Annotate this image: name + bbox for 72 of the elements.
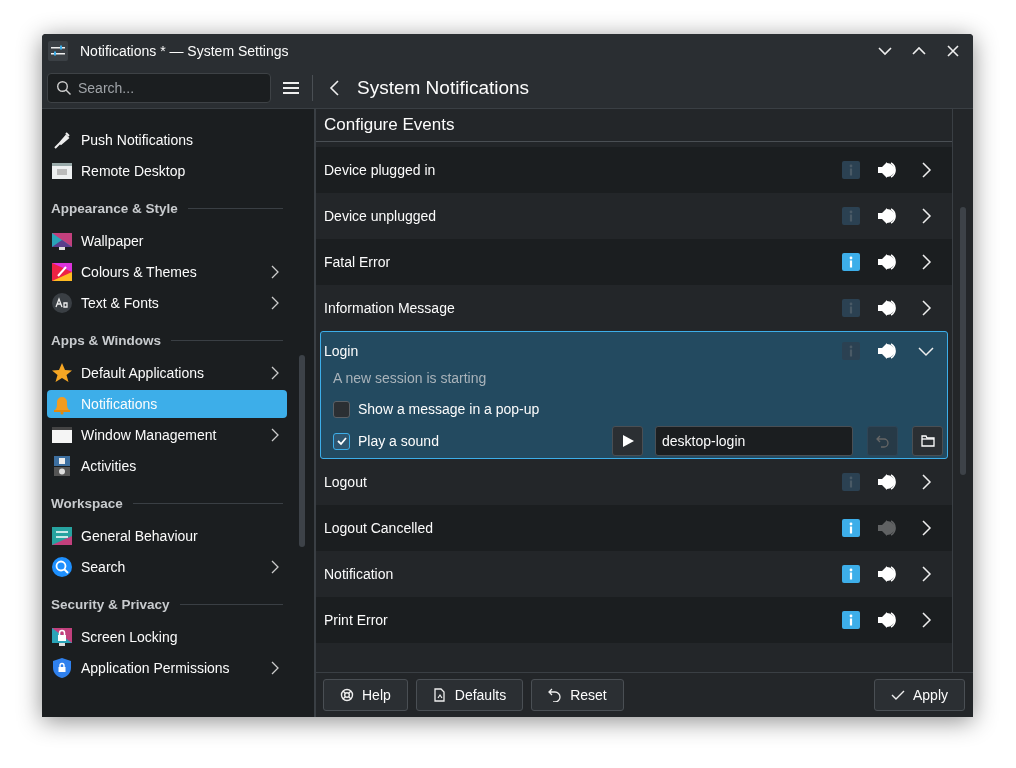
- search-icon: [51, 556, 73, 578]
- sound-file-field[interactable]: desktop-login: [655, 426, 853, 456]
- scrollbar[interactable]: [299, 355, 305, 547]
- category-header: Apps & Windows: [51, 332, 162, 348]
- menu-icon[interactable]: [282, 80, 300, 96]
- window-title: Notifications * — System Settings: [80, 43, 289, 59]
- page-title: System Notifications: [357, 77, 530, 99]
- sidebar-item[interactable]: Screen Locking: [47, 623, 287, 651]
- back-icon[interactable]: [328, 79, 340, 97]
- wallpaper-icon: [51, 230, 73, 252]
- reset-button[interactable]: Reset: [531, 679, 624, 711]
- close-icon[interactable]: [945, 43, 961, 59]
- event-name: Logout: [324, 474, 368, 490]
- event-row[interactable]: Device plugged in: [316, 147, 952, 193]
- help-button[interactable]: Help: [323, 679, 408, 711]
- fonts-icon: [51, 292, 73, 314]
- event-name: Print Error: [324, 612, 389, 628]
- open-folder-button[interactable]: [912, 426, 943, 456]
- event-row[interactable]: Print Error: [316, 597, 952, 643]
- checkbox-label: Show a message in a pop-up: [358, 401, 540, 417]
- lock-icon: [51, 626, 73, 648]
- event-name: Logout Cancelled: [324, 520, 434, 536]
- search-icon: [56, 80, 72, 96]
- sidebar-item[interactable]: Window Management: [47, 421, 287, 449]
- sidebar-item[interactable]: Push Notifications: [47, 126, 287, 154]
- colours-icon: [51, 261, 73, 283]
- undo-icon: [548, 688, 563, 702]
- event-description: A new session is starting: [333, 370, 488, 386]
- category-header: Workspace: [51, 495, 123, 511]
- checkbox[interactable]: [333, 400, 350, 418]
- sidebar-item[interactable]: Wallpaper: [47, 227, 287, 255]
- checkbox[interactable]: [333, 432, 350, 450]
- section-title: Configure Events: [316, 109, 952, 142]
- document-icon: [432, 688, 447, 702]
- checkbox-label: Play a sound: [358, 433, 439, 449]
- sidebar-item[interactable]: Default Applications: [47, 359, 287, 387]
- app-icon: [48, 41, 68, 61]
- sidebar-item[interactable]: Application Permissions: [47, 654, 287, 682]
- lifebuoy-icon: [340, 688, 354, 702]
- sidebar-item[interactable]: Search: [47, 553, 287, 581]
- event-name: Information Message: [324, 300, 456, 316]
- shield-icon: [51, 657, 73, 679]
- event-name: Login: [324, 343, 360, 359]
- play-icon: [620, 434, 635, 448]
- checkmark-icon: [890, 688, 905, 702]
- sidebar-item[interactable]: Remote Desktop: [47, 157, 287, 185]
- event-row[interactable]: Fatal Error: [316, 239, 952, 285]
- activities-icon: [51, 455, 73, 477]
- sidebar-item[interactable]: Colours & Themes: [47, 258, 287, 286]
- apply-button[interactable]: Apply: [873, 679, 965, 711]
- play-button[interactable]: [612, 426, 643, 456]
- undo-icon: [875, 434, 890, 448]
- category-header: Appearance & Style: [51, 200, 178, 216]
- event-name: Fatal Error: [324, 254, 392, 270]
- checkmark-icon: [335, 435, 348, 447]
- sidebar-item[interactable]: Text & Fonts: [47, 289, 287, 317]
- scrollbar[interactable]: [960, 207, 966, 475]
- event-name: Notification: [324, 566, 395, 582]
- event-row[interactable]: Logout Cancelled: [316, 505, 952, 551]
- defaults-button[interactable]: Defaults: [415, 679, 524, 711]
- category-header: Security & Privacy: [51, 596, 170, 612]
- sidebar-item[interactable]: Activities: [47, 452, 287, 480]
- remote-icon: [51, 160, 73, 182]
- event-name: Device unplugged: [324, 208, 438, 224]
- windowmgmt-icon: [51, 424, 73, 446]
- folder-icon: [920, 434, 935, 448]
- event-row[interactable]: Login A new session is starting Show a message in a pop-up Play a sound desktop-login: [320, 331, 948, 459]
- general-icon: [51, 525, 73, 547]
- event-name: Device plugged in: [324, 162, 437, 178]
- search-field[interactable]: Search...: [47, 73, 271, 103]
- sidebar-item[interactable]: General Behaviour: [47, 522, 287, 550]
- star-icon: [51, 362, 73, 384]
